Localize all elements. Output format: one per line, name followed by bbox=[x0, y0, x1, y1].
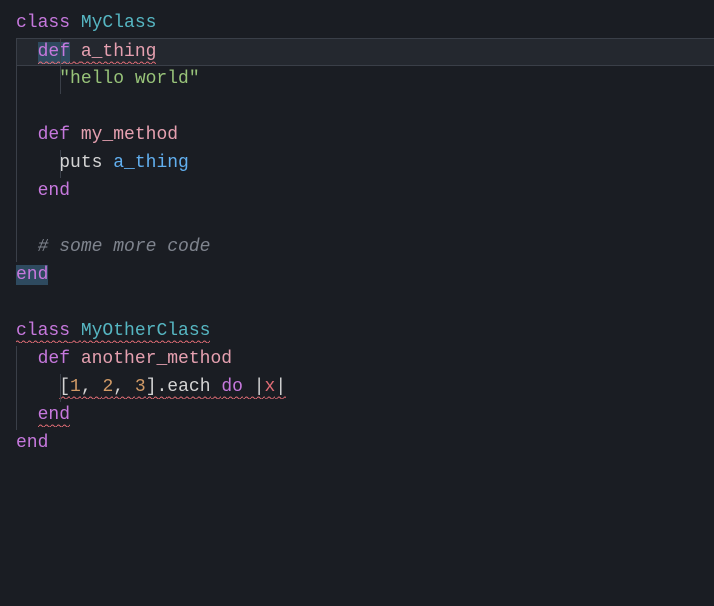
comma: , bbox=[113, 377, 135, 399]
code-line[interactable]: class MyClass bbox=[16, 10, 714, 38]
code-line[interactable]: # some more code bbox=[16, 234, 714, 262]
keyword-def: def bbox=[38, 125, 70, 145]
code-line[interactable]: end bbox=[16, 402, 714, 430]
class-name: MyClass bbox=[81, 13, 157, 33]
code-editor[interactable]: class MyClass def a_thing "hello world" … bbox=[16, 10, 714, 458]
code-line-blank[interactable] bbox=[16, 206, 714, 234]
block-pipe: | bbox=[275, 377, 286, 399]
code-line[interactable]: end bbox=[16, 262, 714, 290]
builtin-call: puts bbox=[59, 153, 102, 173]
keyword-end: end bbox=[16, 265, 48, 285]
code-line-blank[interactable] bbox=[16, 94, 714, 122]
keyword-do: do bbox=[221, 377, 243, 399]
keyword-end: end bbox=[16, 433, 48, 453]
keyword-class: class bbox=[16, 321, 70, 343]
code-line-blank[interactable] bbox=[16, 290, 714, 318]
comment: # some more code bbox=[38, 237, 211, 257]
keyword-def: def bbox=[38, 349, 70, 369]
class-name: MyOtherClass bbox=[81, 321, 211, 343]
bracket-close: ]. bbox=[146, 377, 168, 399]
number-literal: 2 bbox=[102, 377, 113, 399]
code-line[interactable]: end bbox=[16, 178, 714, 206]
block-param: x bbox=[265, 377, 276, 399]
string-literal: "hello world" bbox=[59, 69, 199, 89]
block-pipe: | bbox=[243, 377, 265, 399]
number-literal: 1 bbox=[70, 377, 81, 399]
method-call: each bbox=[167, 377, 210, 399]
keyword-class: class bbox=[16, 13, 70, 33]
code-line[interactable]: [1, 2, 3].each do |x| bbox=[16, 374, 714, 402]
code-line[interactable]: def another_method bbox=[16, 346, 714, 374]
number-literal: 3 bbox=[135, 377, 146, 399]
code-line-current[interactable]: def a_thing bbox=[16, 38, 714, 66]
code-line[interactable]: class MyOtherClass bbox=[16, 318, 714, 346]
comma: , bbox=[81, 377, 103, 399]
keyword-end: end bbox=[38, 181, 70, 201]
code-line[interactable]: def my_method bbox=[16, 122, 714, 150]
keyword-end: end bbox=[38, 405, 70, 427]
method-name: my_method bbox=[81, 125, 178, 145]
code-line[interactable]: "hello world" bbox=[16, 66, 714, 94]
code-line[interactable]: puts a_thing bbox=[16, 150, 714, 178]
keyword-def: def bbox=[38, 42, 70, 64]
method-call: a_thing bbox=[113, 153, 189, 173]
code-line[interactable]: end bbox=[16, 430, 714, 458]
method-name: a_thing bbox=[81, 42, 157, 64]
method-name: another_method bbox=[81, 349, 232, 369]
